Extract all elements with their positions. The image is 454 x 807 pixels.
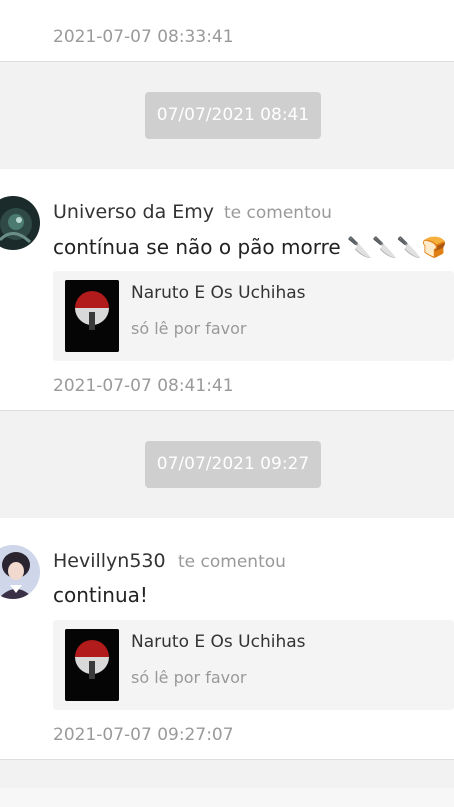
- avatar[interactable]: [0, 196, 40, 250]
- notification-card[interactable]: Universo da Emy te comentou contínua se …: [0, 169, 454, 411]
- story-title[interactable]: Naruto E Os Uchihas: [131, 283, 306, 303]
- date-stamp: 07/07/2021 08:41: [145, 92, 321, 139]
- comment-message: continua!: [53, 583, 148, 607]
- comment-action-label: te comentou: [224, 203, 332, 223]
- comment-timestamp: 2021-07-07 08:41:41: [53, 376, 234, 396]
- notification-card[interactable]: Hevillyn530 te comentou continua! Naruto…: [0, 518, 454, 760]
- story-cover: [65, 629, 119, 701]
- notification-card-next: [0, 788, 454, 807]
- comment-timestamp: 2021-07-07 09:27:07: [53, 725, 234, 745]
- username[interactable]: Universo da Emy: [53, 201, 214, 223]
- avatar[interactable]: [0, 545, 40, 599]
- story-title[interactable]: Naruto E Os Uchihas: [131, 632, 306, 652]
- username[interactable]: Hevillyn530: [53, 550, 166, 572]
- story-subtitle: só lê por favor: [131, 319, 247, 338]
- story-subtitle: só lê por favor: [131, 668, 247, 687]
- story-preview[interactable]: Naruto E Os Uchihas só lê por favor: [53, 620, 454, 710]
- date-stamp: 07/07/2021 09:27: [145, 441, 321, 488]
- story-cover: [65, 280, 119, 352]
- comment-message: contínua se não o pão morre 🔪🔪🔪🍞: [53, 235, 447, 259]
- story-preview[interactable]: Naruto E Os Uchihas só lê por favor: [53, 271, 454, 361]
- comment-timestamp: 2021-07-07 08:33:41: [53, 27, 234, 47]
- comment-action-label: te comentou: [178, 552, 286, 572]
- notification-card-previous: 2021-07-07 08:33:41: [0, 0, 454, 62]
